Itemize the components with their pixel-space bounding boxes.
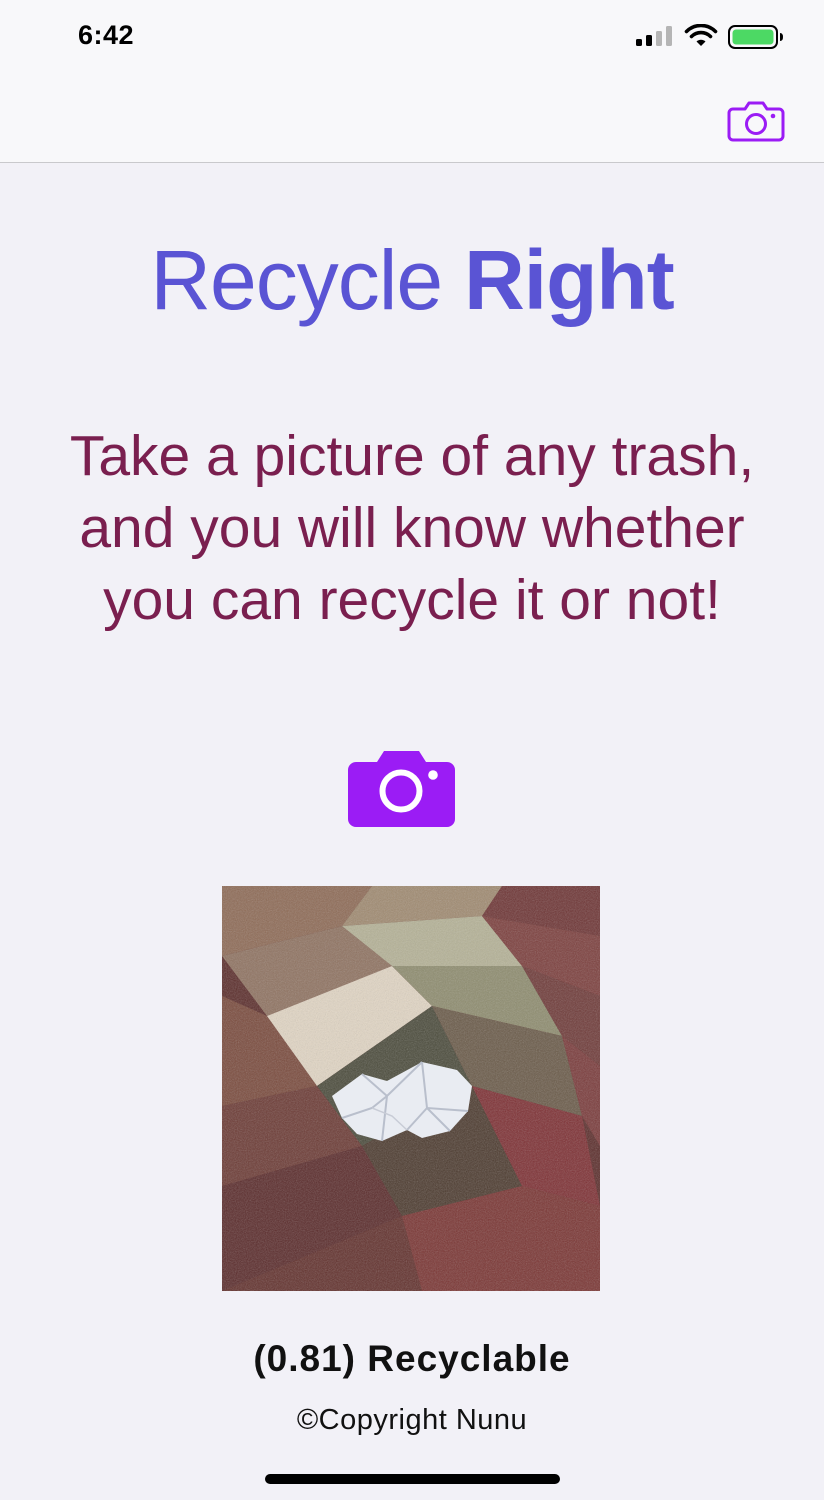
classification-result: (0.81) Recyclable xyxy=(253,1338,571,1379)
status-bar: 6:42 xyxy=(0,0,824,75)
title-recycle: Recycle xyxy=(150,233,443,327)
copyright-text: ©Copyright Nunu xyxy=(296,1404,528,1436)
wifi-icon xyxy=(684,24,718,46)
home-indicator[interactable] xyxy=(265,1474,560,1484)
battery-icon xyxy=(728,25,783,49)
photo-image xyxy=(222,886,600,1291)
navigation-bar xyxy=(0,75,824,163)
captured-photo xyxy=(222,886,600,1291)
title-right: Right xyxy=(464,233,675,327)
signal-icon xyxy=(636,26,672,46)
status-time: 6:42 xyxy=(78,20,135,50)
instructions-text: Take a picture of any trash, and you wil… xyxy=(69,424,755,632)
nav-camera-icon[interactable] xyxy=(727,100,785,142)
take-picture-camera-icon[interactable] xyxy=(347,749,456,827)
app-title: Recycle Right xyxy=(0,232,824,329)
